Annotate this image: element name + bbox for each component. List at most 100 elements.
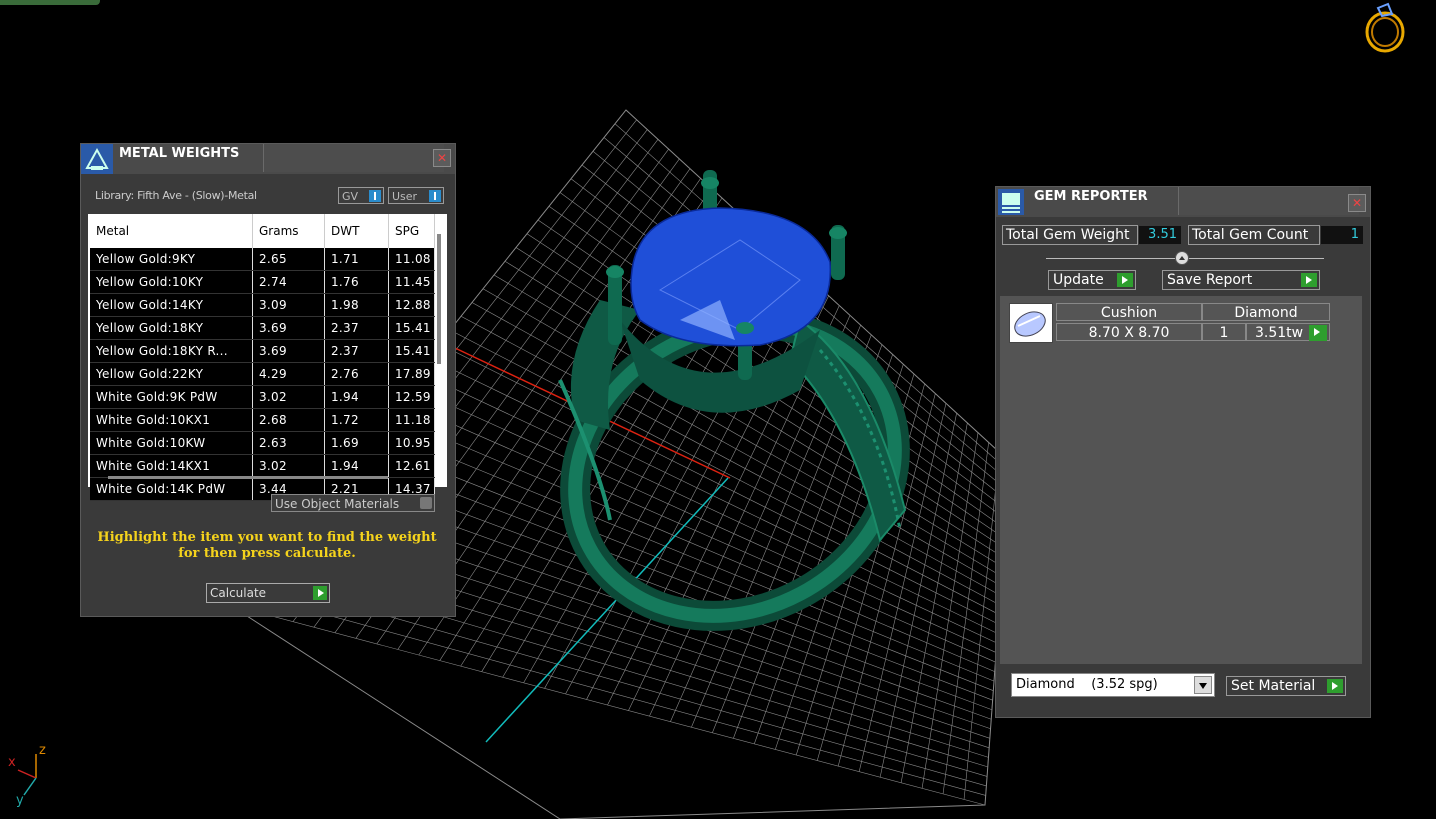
dwt-cell: 1.94 (324, 385, 389, 409)
calculate-button[interactable]: Calculate (206, 583, 330, 603)
gv-toggle[interactable]: GV (338, 187, 384, 204)
metal-weights-panel: METAL WEIGHTS ✕ Library: Fifth Ave - (Sl… (80, 143, 456, 617)
library-label: Library: Fifth Ave - (Slow)-Metal (95, 189, 257, 202)
total-gem-count-value: 1 (1321, 226, 1363, 244)
axis-z-label: z (39, 743, 46, 758)
dwt-cell: 1.94 (324, 454, 389, 478)
axis-gizmo: z x y (8, 743, 46, 808)
grams-cell: 3.69 (252, 316, 325, 340)
table-row[interactable]: Yellow Gold:18KY 3.69 2.37 15.41 (90, 316, 435, 340)
use-object-materials-label: Use Object Materials (275, 497, 400, 511)
metal-weights-close-icon[interactable]: ✕ (433, 149, 451, 167)
column-header-spg[interactable]: SPG (388, 214, 435, 248)
table-row[interactable]: White Gold:10KW 2.63 1.69 10.95 (90, 431, 435, 455)
set-material-label: Set Material (1231, 678, 1316, 694)
save-report-button[interactable]: Save Report (1162, 270, 1320, 290)
grams-cell: 2.63 (252, 431, 325, 455)
spg-cell: 12.88 (388, 293, 435, 317)
grams-cell: 2.65 (252, 248, 325, 271)
metal-name-cell: Yellow Gold:9KY (90, 248, 253, 271)
table-row[interactable]: White Gold:9K PdW 3.02 1.94 12.59 (90, 385, 435, 409)
instruction-text: Highlight the item you want to find the … (97, 530, 437, 561)
gem-size: 8.70 X 8.70 (1056, 323, 1202, 341)
grams-cell: 2.68 (252, 408, 325, 432)
metal-weights-title: METAL WEIGHTS (119, 146, 240, 161)
grams-cell: 3.02 (252, 454, 325, 478)
calculate-label: Calculate (210, 586, 267, 600)
ring-logo-icon[interactable] (1358, 2, 1408, 54)
spg-cell: 10.95 (388, 431, 435, 455)
grams-cell: 3.09 (252, 293, 325, 317)
spg-cell: 12.59 (388, 385, 435, 409)
play-icon (1309, 325, 1327, 341)
spg-cell: 17.89 (388, 362, 435, 386)
metal-name-cell: Yellow Gold:14KY (90, 293, 253, 317)
metal-name-cell: White Gold:10KX1 (90, 408, 253, 432)
chevron-down-icon (1194, 676, 1212, 694)
dwt-cell: 2.76 (324, 362, 389, 386)
dwt-cell: 2.37 (324, 339, 389, 363)
set-material-button[interactable]: Set Material (1226, 676, 1346, 696)
save-report-label: Save Report (1167, 272, 1253, 288)
play-icon (1117, 273, 1133, 287)
column-header-metal[interactable]: Metal (90, 214, 253, 248)
update-label: Update (1053, 272, 1104, 288)
material-dropdown[interactable]: Diamond (3.52 spg) (1011, 673, 1215, 697)
metal-name-cell: White Gold:14KX1 (90, 454, 253, 478)
dwt-cell: 1.76 (324, 270, 389, 294)
total-gem-count-label: Total Gem Count (1188, 225, 1320, 245)
metal-weights-titlebar[interactable]: METAL WEIGHTS ✕ (81, 144, 455, 174)
dwt-cell: 1.72 (324, 408, 389, 432)
total-gem-weight-value: 3.51 (1139, 226, 1181, 244)
axis-x-label: x (8, 755, 16, 770)
table-row[interactable]: Yellow Gold:18KY R... 3.69 2.37 15.41 (90, 339, 435, 363)
table-row[interactable]: Yellow Gold:9KY 2.65 1.71 11.08 (90, 248, 435, 271)
user-toggle[interactable]: User (388, 187, 444, 204)
dwt-cell: 1.98 (324, 293, 389, 317)
metal-name-cell: White Gold:9K PdW (90, 385, 253, 409)
top-tab[interactable] (0, 0, 100, 5)
spg-cell: 15.41 (388, 316, 435, 340)
spg-cell: 11.18 (388, 408, 435, 432)
gem-weight: 3.51tw (1255, 325, 1304, 341)
table-row[interactable]: Yellow Gold:22KY 4.29 2.76 17.89 (90, 362, 435, 386)
horizontal-scrollbar[interactable] (108, 476, 388, 479)
table-row[interactable]: Yellow Gold:14KY 3.09 1.98 12.88 (90, 293, 435, 317)
metal-name-cell: White Gold:10KW (90, 431, 253, 455)
gem-reporter-title: GEM REPORTER (1034, 189, 1148, 204)
play-icon (1301, 273, 1317, 287)
gem-report-list[interactable]: Cushion Diamond 8.70 X 8.70 1 3.51tw (1000, 296, 1362, 664)
play-icon (313, 586, 327, 600)
gem-slider-handle[interactable] (1175, 251, 1189, 265)
dwt-cell: 1.69 (324, 431, 389, 455)
update-button[interactable]: Update (1048, 270, 1136, 290)
gem-reporter-close-icon[interactable]: ✕ (1348, 194, 1366, 212)
gem-count: 1 (1202, 323, 1246, 341)
gem-weight-button[interactable]: 3.51tw (1246, 323, 1330, 341)
table-row[interactable]: Yellow Gold:10KY 2.74 1.76 11.45 (90, 270, 435, 294)
column-header-grams[interactable]: Grams (252, 214, 325, 248)
cushion-gem-icon[interactable] (1009, 303, 1053, 343)
spg-cell: 11.45 (388, 270, 435, 294)
metal-name-cell: Yellow Gold:10KY (90, 270, 253, 294)
spg-cell: 12.61 (388, 454, 435, 478)
total-gem-weight-label: Total Gem Weight (1002, 225, 1138, 245)
dwt-cell: 1.71 (324, 248, 389, 271)
column-header-dwt[interactable]: DWT (324, 214, 389, 248)
metal-weights-icon (81, 144, 113, 174)
vertical-scrollbar[interactable] (437, 234, 441, 364)
axis-y-label: y (16, 793, 24, 808)
gem-reporter-titlebar[interactable]: GEM REPORTER ✕ (996, 187, 1370, 217)
gem-reporter-icon (998, 189, 1024, 215)
metal-name-cell: Yellow Gold:18KY (90, 316, 253, 340)
spg-cell: 15.41 (388, 339, 435, 363)
table-row[interactable]: White Gold:14KX1 3.02 1.94 12.61 (90, 454, 435, 478)
play-icon (1327, 679, 1343, 693)
use-object-materials-toggle[interactable]: Use Object Materials (271, 494, 435, 512)
metal-table[interactable]: Metal Grams DWT SPG Yellow Gold:9KY 2.65 1… (88, 214, 447, 501)
gem-reporter-panel: GEM REPORTER ✕ Total Gem Weight 3.51 Tot… (995, 186, 1371, 718)
material-dropdown-value: Diamond (3.52 spg) (1016, 677, 1158, 692)
dwt-cell: 2.37 (324, 316, 389, 340)
table-row[interactable]: White Gold:10KX1 2.68 1.72 11.18 (90, 408, 435, 432)
metal-name-cell: Yellow Gold:18KY R... (90, 339, 253, 363)
